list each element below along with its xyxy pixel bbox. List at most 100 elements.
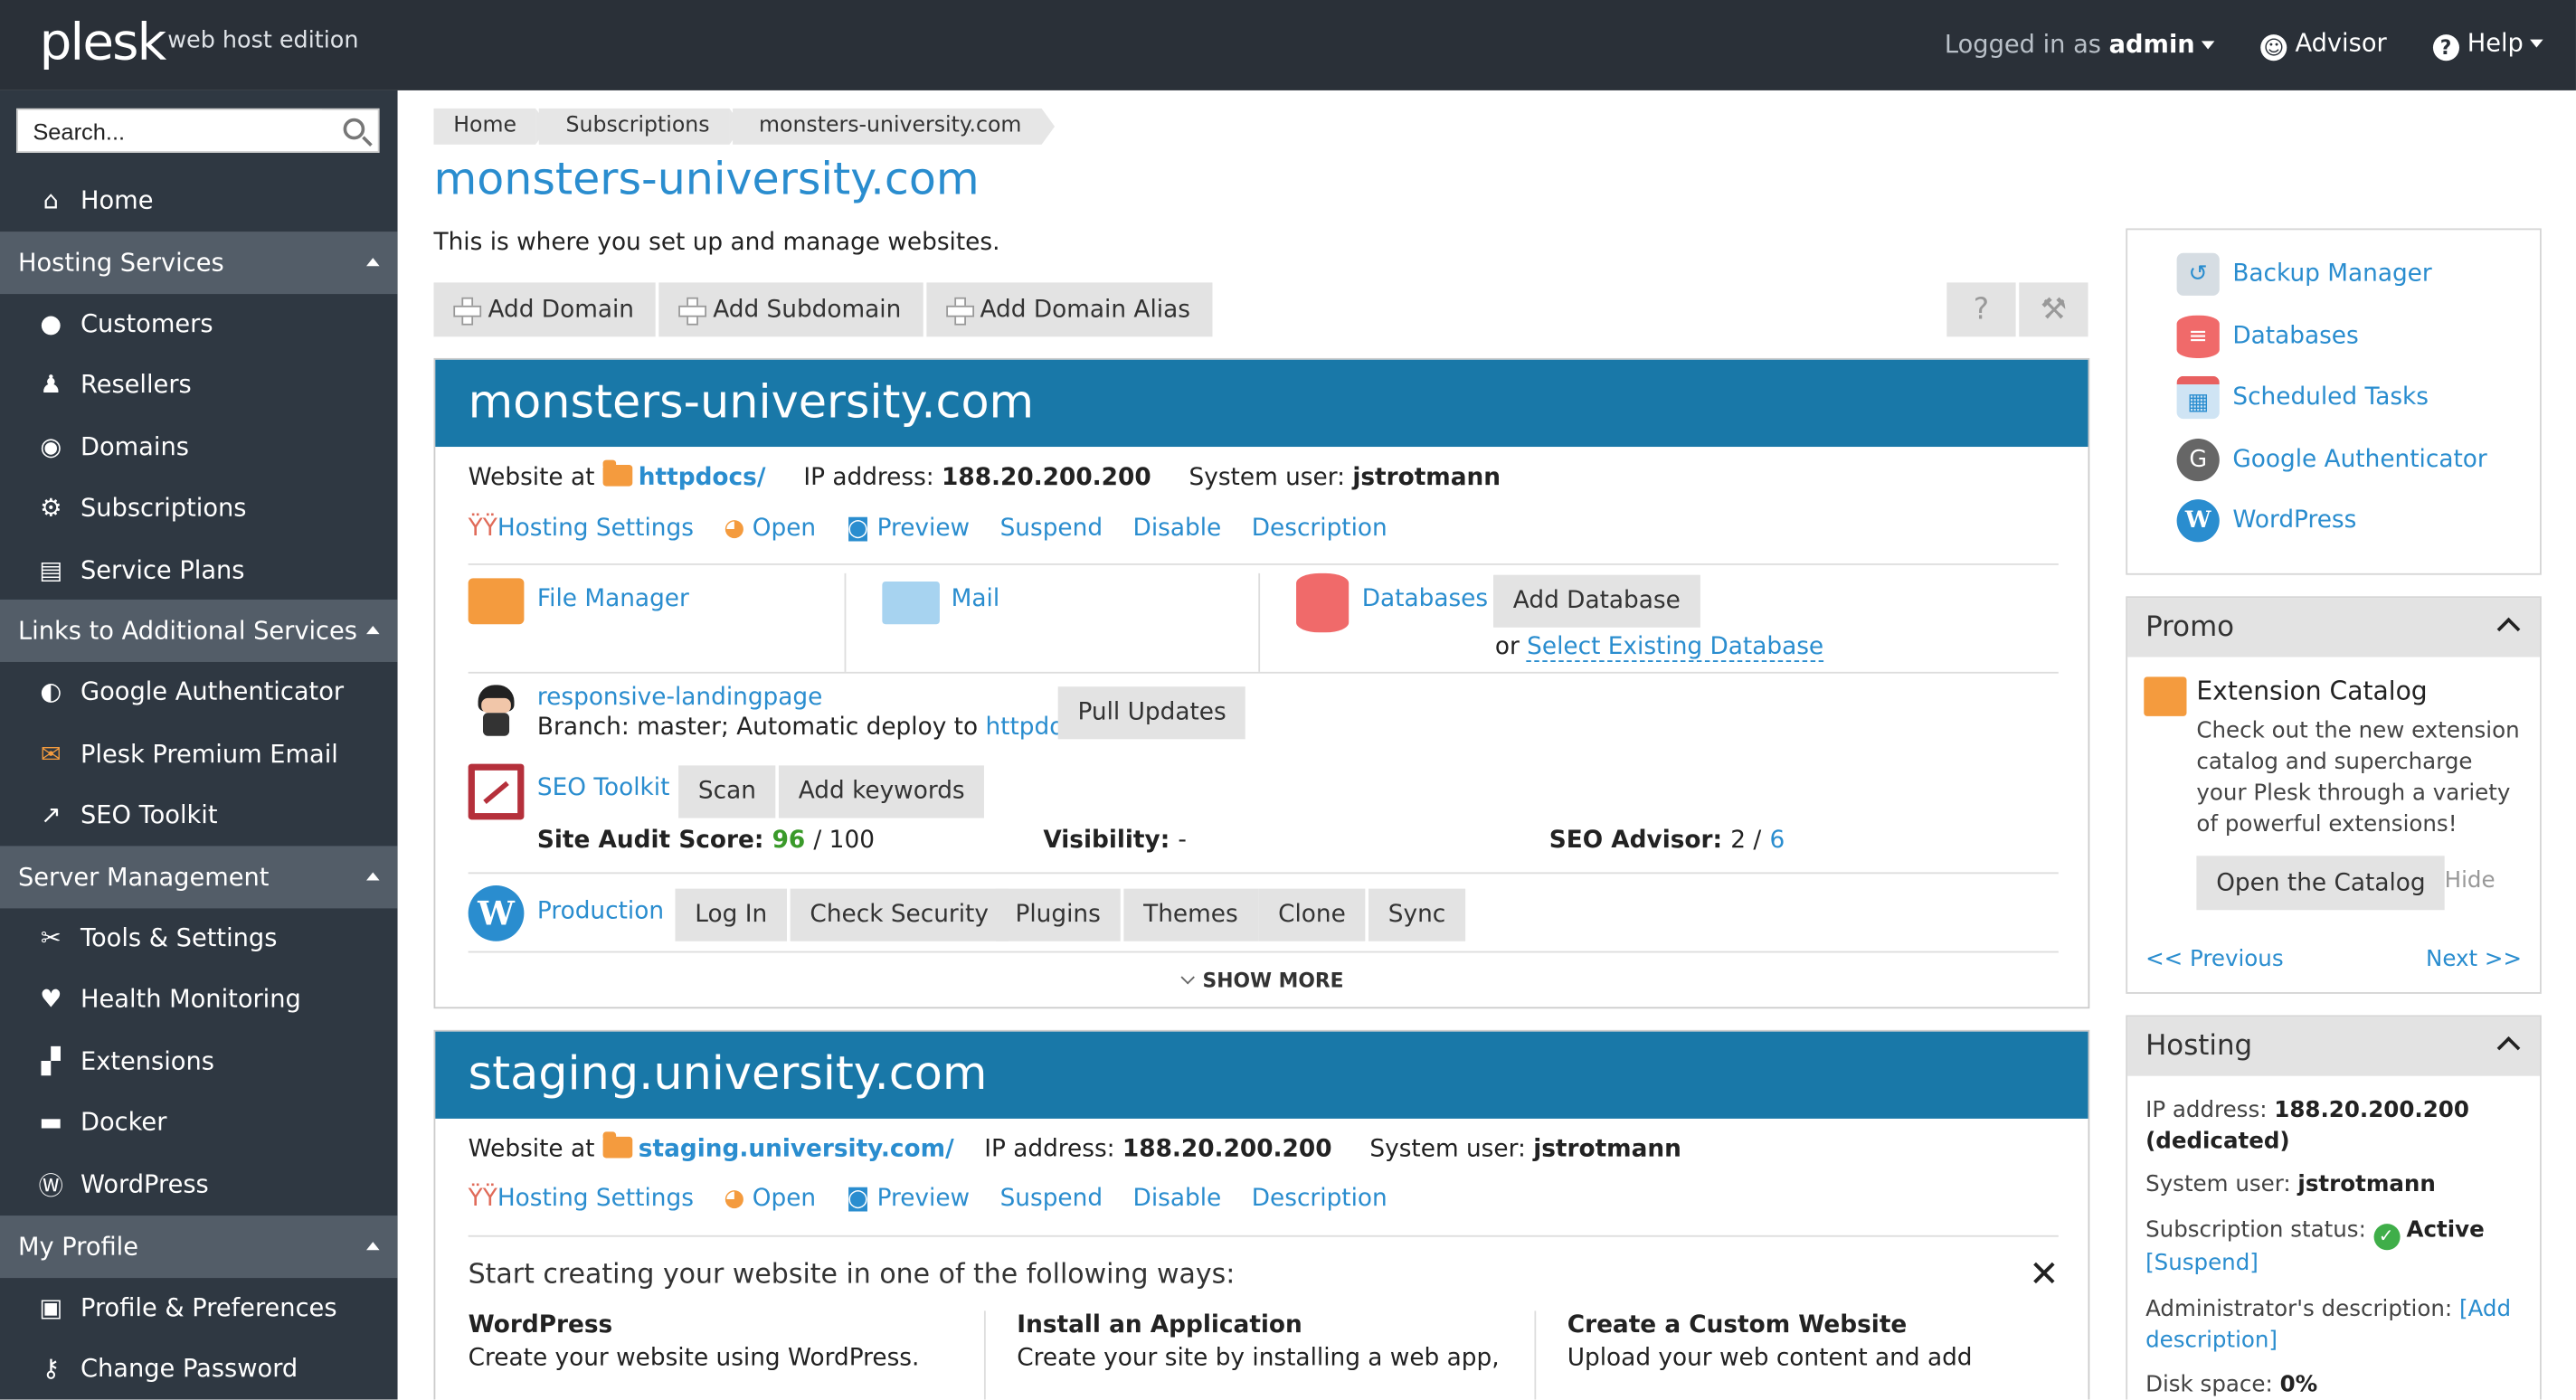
sidebar-item-resellers[interactable]: ♟ Resellers [0,355,398,413]
seo-toolkit-link[interactable]: SEO Toolkit [537,775,670,801]
domain-card-staging: staging.university.com Website at stagin… [433,1029,2090,1400]
quick-tools-panel: ↺ Backup Manager ≡ Databases ▦ Scheduled Ta… [2126,228,2542,575]
help-menu[interactable]: ? Help [2432,28,2543,61]
disable-link[interactable]: Disable [1133,1186,1222,1212]
suspend-link[interactable]: Suspend [1000,1186,1103,1212]
add-domain-button[interactable]: Add Domain [433,282,656,337]
disable-link[interactable]: Disable [1133,516,1222,542]
seo-advisor-label: SEO Advisor: [1548,828,1723,855]
advisor-button[interactable]: ☺ Advisor [2260,28,2387,61]
check-security-button[interactable]: Check Security [790,888,1009,941]
sidebar-item-subscriptions[interactable]: ⚙ Subscriptions [0,478,398,537]
backup-manager-link[interactable]: ↺ Backup Manager [2176,252,2432,296]
next-link[interactable]: Next >> [2426,946,2522,972]
sidebar-item-home[interactable]: ⌂ Home [0,171,398,230]
option-custom-website-title[interactable]: Create a Custom Website [1567,1312,1908,1339]
breadcrumb-current[interactable]: monsters-university.com [732,108,1055,145]
open-link[interactable]: ◕ Open [724,516,816,542]
preview-link[interactable]: ◙ Preview [847,1186,970,1212]
scheduled-tasks-link[interactable]: ▦ Scheduled Tasks [2176,375,2429,420]
breadcrumb-home[interactable]: Home [433,108,551,145]
sidebar-item-wordpress[interactable]: Ⓦ WordPress [0,1155,398,1214]
show-more-toggle[interactable]: SHOW MORE [1180,970,1344,992]
sidebar-item-tools-settings[interactable]: ✂ Tools & Settings [0,908,398,967]
hide-link[interactable]: Hide [2445,867,2496,894]
file-manager-link[interactable]: File Manager [537,586,689,612]
scan-button[interactable]: Scan [678,765,776,818]
wp-login-button[interactable]: Log In [675,888,787,941]
suspend-subscription-link[interactable]: [Suspend] [2145,1250,2259,1276]
sidebar-item-google-authenticator[interactable]: ◐ Google Authenticator [0,662,398,721]
domain-card-title[interactable]: staging.university.com [435,1031,2088,1119]
hosting-settings-link[interactable]: ŸŸHosting Settings [469,516,694,542]
sync-button[interactable]: Sync [1368,888,1466,941]
select-existing-db-link[interactable]: Select Existing Database [1527,634,1824,662]
option-custom-website-desc: Upload your web content and add [1567,1345,1973,1372]
databases-link[interactable]: Databases [1362,586,1488,612]
pull-updates-button[interactable]: Pull Updates [1057,686,1246,740]
search-input[interactable] [17,109,322,152]
wordpress-production-link[interactable]: Production [537,899,664,925]
sidebar-item-premium-email[interactable]: ✉ Plesk Premium Email [0,724,398,783]
wordpress-icon: W [468,884,525,941]
check-circle-icon: ✓ [2372,1224,2400,1251]
sidebar-item-health-monitoring[interactable]: ♥ Health Monitoring [0,970,398,1028]
top-right-menu: Logged in as admin ☺ Advisor ? Help [1945,28,2543,61]
google-authenticator-link[interactable]: G Google Authenticator [2176,438,2487,482]
domain-card-title[interactable]: monsters-university.com [435,359,2088,448]
preview-link[interactable]: ◙ Preview [847,516,970,542]
section-links-additional[interactable]: Links to Additional Services [0,599,398,662]
sidebar-item-service-plans[interactable]: ▤ Service Plans [0,541,398,600]
mail-link[interactable]: Mail [952,586,999,612]
themes-button[interactable]: Themes [1123,888,1258,941]
hosting-settings-link[interactable]: ŸŸHosting Settings [469,1186,694,1212]
seo-advisor-total-link[interactable]: 6 [1769,828,1785,854]
add-subdomain-button[interactable]: Add Subdomain [658,282,923,337]
help-button[interactable]: ? [1946,282,2016,337]
wordpress-link[interactable]: W WordPress [2176,499,2356,543]
option-install-app-title[interactable]: Install an Application [1017,1312,1302,1339]
settings-button[interactable]: ⚒ [2019,282,2088,337]
subscription-status: Subscription status: ✓ Active [2145,1217,2485,1251]
docroot-link[interactable]: staging.university.com/ [639,1137,954,1163]
sidebar-item-seo-toolkit[interactable]: ↗ SEO Toolkit [0,785,398,844]
button-label: Add Domain [488,296,635,323]
sidebar-item-domains[interactable]: ◉ Domains [0,417,398,476]
suspend-link[interactable]: Suspend [1000,516,1103,542]
section-hosting-services[interactable]: Hosting Services [0,232,398,295]
open-catalog-button[interactable]: Open the Catalog [2196,856,2446,911]
option-wordpress-title[interactable]: WordPress [469,1312,613,1339]
add-keywords-button[interactable]: Add keywords [778,765,985,818]
sidebar-item-customers[interactable]: ● Customers [0,294,398,353]
chevron-up-icon [2496,617,2521,641]
promo-header[interactable]: Promo [2127,598,2540,657]
clone-button[interactable]: Clone [1258,888,1366,941]
add-database-button[interactable]: Add Database [1493,574,1700,628]
promo-title: Promo [2145,610,2235,644]
section-server-management[interactable]: Server Management [0,846,398,909]
search-icon[interactable] [343,118,365,140]
sidebar-item-profile-preferences[interactable]: ▣ Profile & Preferences [0,1278,398,1337]
open-link[interactable]: ◕ Open [724,1186,816,1212]
visibility-value: - [1178,828,1187,855]
plesk-logo[interactable]: plesk [40,14,167,72]
databases-link[interactable]: ≡ Databases [2176,315,2359,358]
git-repo-link[interactable]: responsive-landingpage [537,685,822,711]
user-menu[interactable]: Logged in as admin [1945,30,2215,59]
section-my-profile[interactable]: My Profile [0,1216,398,1279]
hosting-header[interactable]: Hosting [2127,1017,2540,1076]
add-domain-alias-button[interactable]: Add Domain Alias [925,282,1212,337]
sidebar-item-docker[interactable]: ▬ Docker [0,1093,398,1151]
sidebar-item-extensions[interactable]: ▞ Extensions [0,1032,398,1091]
close-icon[interactable]: ✕ [2029,1255,2059,1296]
previous-link[interactable]: << Previous [2145,946,2284,972]
description-link[interactable]: Description [1252,516,1387,542]
breadcrumb-subscriptions[interactable]: Subscriptions [539,108,742,145]
docroot-link[interactable]: httpdocs/ [639,465,766,491]
visibility: Visibility: - [1043,828,1187,854]
description-link[interactable]: Description [1252,1186,1387,1212]
section-title: Hosting Services [17,248,224,278]
sidebar-item-change-password[interactable]: ⚷ Change Password [0,1339,398,1397]
tool-label: Backup Manager [2232,260,2432,288]
plugins-button[interactable]: Plugins [995,888,1121,941]
